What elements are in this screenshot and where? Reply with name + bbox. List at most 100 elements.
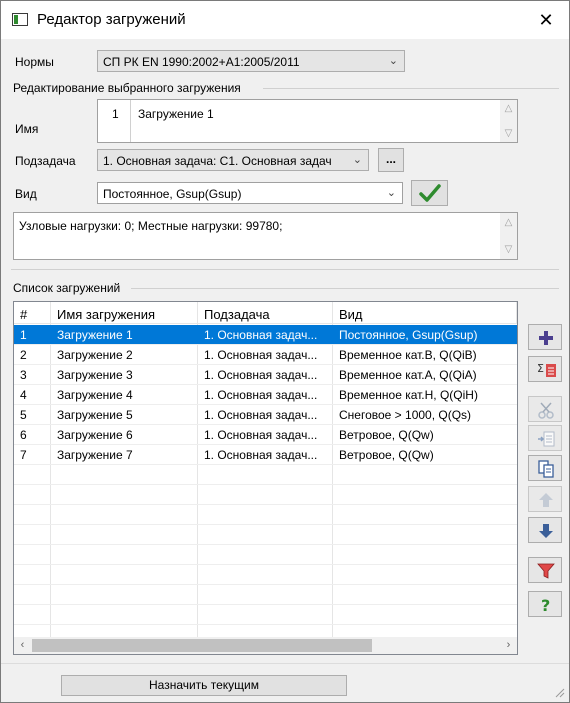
table-cell: Загружение 7 (57, 448, 133, 462)
checkmark-icon (419, 184, 441, 202)
name-value: Загружение 1 (138, 107, 214, 121)
table-row[interactable]: 1 Загружение 1 1. Основная задач... Постоян… (14, 325, 517, 345)
group-divider (263, 88, 559, 89)
table-cell: 1. Основная задач... (204, 348, 318, 362)
copy-icon (538, 460, 554, 478)
type-label: Вид (15, 187, 37, 201)
table-row[interactable]: 3 Загружение 3 1. Основная задач... Временн… (14, 365, 517, 385)
table-cell: 2 (20, 348, 27, 362)
group-divider (131, 288, 559, 289)
column-header-subtask[interactable]: Подзадача (198, 302, 333, 324)
table-cell: Загружение 6 (57, 428, 133, 442)
subtask-value: 1. Основная задача: C1. Основная задач (103, 154, 332, 168)
scrollbar-thumb[interactable] (32, 639, 372, 652)
norms-value: СП РК EN 1990:2002+A1:2005/2011 (103, 55, 300, 69)
table-row[interactable]: 2 Загружение 2 1. Основная задач... Временн… (14, 345, 517, 365)
move-down-button[interactable] (528, 517, 562, 543)
sum-icon: Σ (537, 362, 556, 377)
table-row[interactable]: 7 Загружение 7 1. Основная задач... Ветрово… (14, 445, 517, 465)
table-cell: Постоянное, Gsup(Gsup) (339, 328, 478, 342)
type-select[interactable]: Постоянное, Gsup(Gsup) ⌄ (97, 182, 403, 204)
row-divider (14, 484, 517, 485)
line-number: 1 (112, 107, 119, 121)
list-group-title: Список загружений (13, 281, 121, 295)
table-cell: 1. Основная задач... (204, 388, 318, 402)
table-cell: Загружение 3 (57, 368, 133, 382)
filter-icon (537, 563, 555, 579)
table-cell: Ветровое, Q(Qw) (339, 428, 434, 442)
table-cell: Загружение 5 (57, 408, 133, 422)
row-divider (14, 624, 517, 625)
table-cell: Временное кат.H, Q(QiH) (339, 388, 478, 402)
load-info-text: Узловые нагрузки: 0; Местные нагрузки: 9… (19, 219, 283, 233)
table-cell: 1. Основная задач... (204, 368, 318, 382)
row-divider (14, 584, 517, 585)
insert-button[interactable] (528, 425, 562, 451)
row-divider (14, 464, 517, 465)
table-cell: 1. Основная задач... (204, 328, 318, 342)
row-divider (14, 424, 517, 425)
row-divider (14, 564, 517, 565)
row-divider (14, 604, 517, 605)
sum-loads-button[interactable]: Σ (528, 356, 562, 382)
table-cell: 1. Основная задач... (204, 428, 318, 442)
table-row[interactable]: 5 Загружение 5 1. Основная задач... Снегово… (14, 405, 517, 425)
table-cell: Загружение 4 (57, 388, 133, 402)
load-editor-window: Редактор загружений ✕ Нормы СП РК EN 199… (0, 0, 570, 703)
loads-table[interactable]: # Имя загружения Подзадача Вид 1 Загружен… (13, 301, 518, 655)
apply-type-button[interactable] (411, 180, 448, 206)
subtask-select[interactable]: 1. Основная задача: C1. Основная задач ⌄ (97, 149, 369, 171)
table-cell: 6 (20, 428, 27, 442)
name-scrollbar[interactable]: △ ▽ (500, 100, 517, 142)
subtask-label: Подзадача (15, 154, 76, 168)
chevron-up-icon: △ (504, 103, 513, 114)
chevron-right-icon[interactable]: › (500, 639, 517, 651)
subtask-browse-button[interactable]: ... (378, 148, 404, 172)
table-cell: Загружение 1 (57, 328, 133, 342)
table-cell: Временное кат.A, Q(QiA) (339, 368, 477, 382)
chevron-down-icon: ▽ (504, 244, 513, 255)
footer-divider (1, 663, 569, 664)
row-divider (14, 384, 517, 385)
row-divider (14, 364, 517, 365)
close-button[interactable]: ✕ (533, 7, 559, 33)
table-cell: 1. Основная задач... (204, 448, 318, 462)
add-load-button[interactable] (528, 324, 562, 350)
norms-label: Нормы (15, 55, 54, 69)
copy-button[interactable] (528, 455, 562, 481)
table-cell: Временное кат.B, Q(QiB) (339, 348, 477, 362)
table-row[interactable]: 4 Загружение 4 1. Основная задач... Временн… (14, 385, 517, 405)
chevron-up-icon: △ (504, 217, 513, 228)
row-divider (14, 344, 517, 345)
column-header-name[interactable]: Имя загружения (51, 302, 198, 324)
info-scrollbar[interactable]: △ ▽ (500, 213, 517, 259)
table-cell: Ветровое, Q(Qw) (339, 448, 434, 462)
column-header-number[interactable]: # (14, 302, 51, 324)
chevron-left-icon[interactable]: ‹ (14, 639, 31, 651)
row-divider (14, 444, 517, 445)
table-cell: 4 (20, 388, 27, 402)
move-up-button[interactable] (528, 486, 562, 512)
load-info-box: Узловые нагрузки: 0; Местные нагрузки: 9… (13, 212, 518, 260)
table-cell: 1. Основная задач... (204, 408, 318, 422)
help-button[interactable]: ? (528, 591, 562, 617)
cut-button[interactable] (528, 396, 562, 422)
table-cell: 1 (20, 328, 27, 342)
norms-select[interactable]: СП РК EN 1990:2002+A1:2005/2011 ⌄ (97, 50, 405, 72)
column-header-type[interactable]: Вид (333, 302, 517, 324)
row-divider (14, 504, 517, 505)
help-icon: ? (541, 596, 550, 614)
table-cell: Загружение 2 (57, 348, 133, 362)
cut-icon (538, 402, 554, 419)
table-row[interactable]: 6 Загружение 6 1. Основная задач... Ветрово… (14, 425, 517, 445)
add-icon (539, 331, 553, 345)
svg-text:Σ: Σ (537, 362, 544, 375)
table-horizontal-scrollbar[interactable]: ‹ › (14, 637, 517, 654)
resize-grip-icon[interactable] (553, 686, 565, 698)
name-field[interactable]: 1 Загружение 1 △ ▽ (97, 99, 518, 143)
table-cell: 3 (20, 368, 27, 382)
move-down-icon (539, 524, 553, 538)
assign-current-button[interactable]: Назначить текущим (61, 675, 347, 696)
filter-button[interactable] (528, 557, 562, 583)
move-up-icon (539, 493, 553, 507)
